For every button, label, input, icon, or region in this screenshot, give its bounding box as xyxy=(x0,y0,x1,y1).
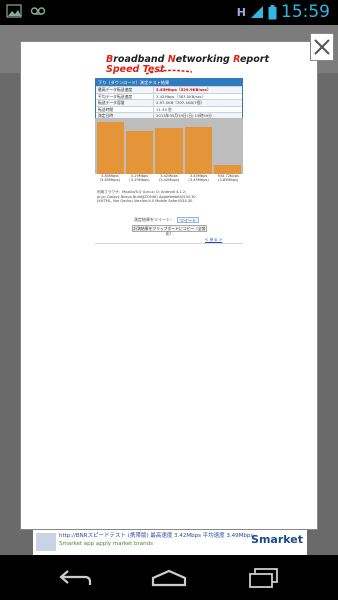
ad-banner[interactable]: http://BNRスピードテスト (携帯版) 最高速度 3.42Mbps 平均… xyxy=(33,528,307,555)
home-button[interactable] xyxy=(151,565,187,591)
result-row: 転送時間 11.34 秒 xyxy=(96,105,242,113)
share-label: 測定結果をツイート： xyxy=(134,217,174,222)
bar-label-line: (3.85Mbps) xyxy=(218,178,239,183)
speed-bar-chart xyxy=(95,118,243,174)
ad-title: http://BNRスピードテスト (携帯版) 最高速度 3.42Mbps 平均… xyxy=(59,533,254,539)
tweet-button[interactable]: ツイート xyxy=(177,217,199,223)
close-icon xyxy=(314,39,330,55)
ad-thumbnail xyxy=(36,533,56,551)
bar-label-line: (3.19Mbps) xyxy=(129,178,150,183)
network-type: H xyxy=(236,5,246,19)
result-row: 最高データ転送速度 3.85Mbps（529.9KB/sec） xyxy=(96,86,242,93)
chart-bar xyxy=(97,122,125,174)
result-row-value: 2.97.5KB（307.4KB/7個） xyxy=(156,100,205,106)
result-row-value: 3.42Mbps（383.0KB/sec） xyxy=(156,93,206,99)
ad-subtitle: Smarket app apply market brands xyxy=(59,541,153,547)
signal-icon xyxy=(251,6,263,18)
bar-label: 3.19Mbps (3.19Mbps) xyxy=(125,174,155,186)
result-table-header: 下り（ダウンロード）測定テスト結果 xyxy=(96,79,242,86)
result-row-label: 転送データ容量 xyxy=(96,100,154,106)
report-dialog: Broadband Networking Report Speed Test 下… xyxy=(20,41,318,530)
bar-label-line: (3.42Mbps) xyxy=(158,178,180,183)
clock: 15:59 xyxy=(281,2,330,22)
recent-apps-button[interactable] xyxy=(246,565,282,591)
recent-apps-icon xyxy=(249,568,278,588)
copy-to-clipboard-button[interactable]: 計測結果をクリップボードにコピー（全角化） xyxy=(132,225,207,236)
back-button[interactable] xyxy=(57,565,93,591)
image-notification-icon xyxy=(6,4,22,18)
chart-bar xyxy=(126,130,154,174)
bar-label-line: (3.45Mbps) xyxy=(188,178,209,183)
result-row-label: 最高データ転送速度 xyxy=(96,87,154,93)
result-row-value: 11.34 秒 xyxy=(156,106,172,112)
result-row-label: 転送時間 xyxy=(96,106,154,113)
ad-text: http://BNRスピードテスト (携帯版) 最高速度 3.42Mbps 平均… xyxy=(59,532,259,548)
chart-bar xyxy=(213,164,241,174)
status-bar: H 15:59 xyxy=(0,0,338,25)
navigation-bar xyxy=(0,555,338,600)
close-button[interactable] xyxy=(310,33,334,61)
result-row: 平均データ転送速度 3.42Mbps（383.0KB/sec） xyxy=(96,92,242,100)
result-row-label: 平均データ転送速度 xyxy=(96,93,154,100)
bar-label: 3.45Mbps (3.45Mbps) xyxy=(184,174,214,186)
browser-info-line: (KHTML, like Gecko) Version/4.0 Mobile S… xyxy=(97,199,193,204)
result-row-value: 3.85Mbps（529.9KB/sec） xyxy=(156,87,211,92)
back-arrow-icon xyxy=(59,570,92,585)
browser-info: 利用ブラウザ：Mozilla/5.0 (Linux; U; Android 4.… xyxy=(97,190,243,204)
bar-label: 934.72Kbps (3.85Mbps) xyxy=(213,174,243,186)
home-icon xyxy=(151,569,187,587)
report-logo: Broadband Networking Report Speed Test xyxy=(106,54,269,75)
result-table: 下り（ダウンロード）測定テスト結果 最高データ転送速度 3.85Mbps（529.… xyxy=(95,78,243,120)
result-row: 転送データ容量 2.97.5KB（307.4KB/7個） xyxy=(96,99,242,106)
logo-swoosh-icon xyxy=(145,69,193,75)
ad-logo: Smarket xyxy=(251,533,303,546)
chart-bar xyxy=(184,127,212,174)
voicemail-icon xyxy=(30,7,46,15)
chart-bar xyxy=(155,127,183,174)
bar-label: 3.42Mbps (3.42Mbps) xyxy=(154,174,184,186)
bar-label-line: (3.85Mbps) xyxy=(99,178,120,183)
share-row: 測定結果をツイート： ツイート xyxy=(134,217,199,223)
bar-label: 3.85Mbps (3.85Mbps) xyxy=(95,174,125,186)
divider xyxy=(95,243,243,244)
bar-labels: 3.85Mbps (3.85Mbps) 3.19Mbps (3.19Mbps) 3.42… xyxy=(95,174,243,186)
battery-icon xyxy=(268,4,277,19)
